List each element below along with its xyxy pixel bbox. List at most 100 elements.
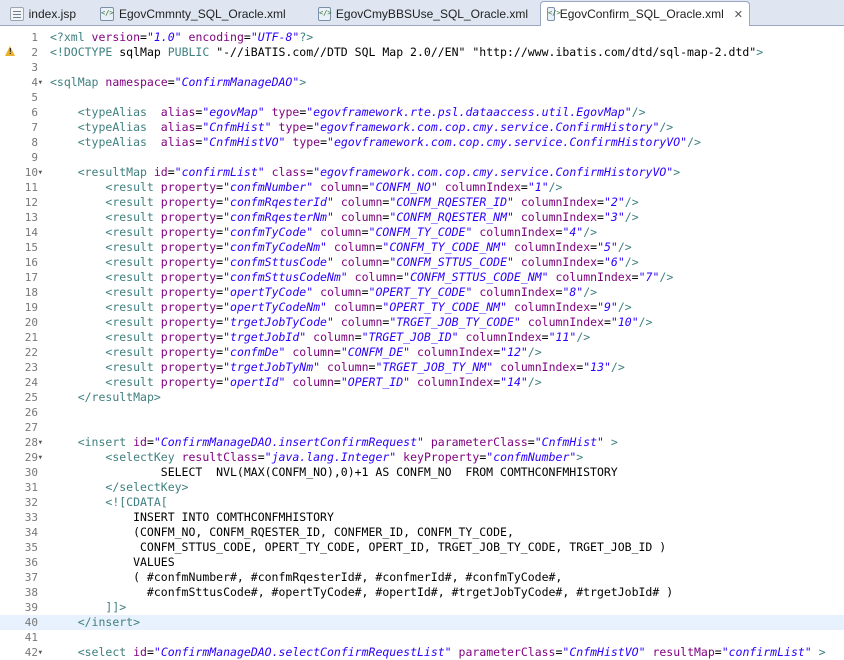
code-line[interactable]: 37 ( #confmNumber#, #confmRqesterId#, #c…: [0, 570, 844, 585]
code-line[interactable]: 25 </resultMap>: [0, 390, 844, 405]
fold-toggle-icon[interactable]: ▸: [32, 440, 47, 445]
code-line[interactable]: 29 ▸ <selectKey resultClass="java.lang.In…: [0, 450, 844, 465]
code-line[interactable]: 3: [0, 60, 844, 75]
code-token: "CONFM_STTUS_CODE_NM": [403, 270, 549, 284]
code-token: columnIndex: [513, 240, 591, 254]
line-number: 38: [24, 586, 38, 599]
code-token: SELECT NVL(MAX(CONFM_NO),0)+1 AS CONFM_N…: [50, 465, 618, 479]
code-line[interactable]: 26: [0, 405, 844, 420]
code-token: =: [597, 210, 604, 224]
code-line[interactable]: 12 <result property = "confmRqesterId" col…: [0, 195, 844, 210]
code-token: "ConfirmManageDAO.insertConfirmRequest": [153, 435, 424, 449]
code-text: CONFM_STTUS_CODE, OPERT_TY_CODE, OPERT_I…: [50, 540, 666, 555]
code-token: type: [292, 135, 321, 149]
code-line[interactable]: 40 </insert>: [0, 615, 844, 630]
code-line[interactable]: 5: [0, 90, 844, 105]
code-line[interactable]: 4 ▸ <sqlMap namespace="ConfirmManageDAO">: [0, 75, 844, 90]
code-line[interactable]: 36 VALUES: [0, 555, 844, 570]
code-line[interactable]: 23 <result property="trgetJobTyNm" colum…: [0, 360, 844, 375]
code-token: "CONFM_STTUS_CODE": [389, 255, 514, 269]
code-text: #confmSttusCode#, #opertTyCode#, #opertI…: [50, 585, 673, 600]
code-line[interactable]: 35 CONFM_STTUS_CODE, OPERT_TY_CODE, OPER…: [0, 540, 844, 555]
code-text: <!DOCTYPE sqlMap PUBLIC "-//iBATIS.com//…: [50, 45, 763, 60]
code-line[interactable]: 9: [0, 150, 844, 165]
code-line[interactable]: 21 <result property="trgetJobId" column=…: [0, 330, 844, 345]
code-line[interactable]: 19 <result property="opertTyCodeNm" colu…: [0, 300, 844, 315]
code-line[interactable]: 22 <result property="confmDe" column="CO…: [0, 345, 844, 360]
code-line[interactable]: 2 <!DOCTYPE sqlMap PUBLIC "-//iBATIS.com/…: [0, 45, 844, 60]
code-token: "java.lang.Integer": [264, 450, 397, 464]
code-line[interactable]: 15 <result property="confmTyCodeNm" colu…: [0, 240, 844, 255]
code-line[interactable]: 14 <result property = "confmTyCode" column…: [0, 225, 844, 240]
code-line[interactable]: 28 ▸ <insert id="ConfirmManageDAO.insertC…: [0, 435, 844, 450]
code-line[interactable]: 11 <result property = "confmNumber" column…: [0, 180, 844, 195]
code-token: property: [160, 210, 217, 224]
code-line[interactable]: 24 <result property="opertId" column="OP…: [0, 375, 844, 390]
code-token: "trgetJobId": [223, 330, 307, 344]
tab-index-jsp[interactable]: index.jsp: [4, 2, 82, 25]
fold-toggle-icon[interactable]: ▸: [32, 455, 47, 460]
code-line[interactable]: 1 <?xml version="1.0" encoding="UTF-8"?>: [0, 30, 844, 45]
code-line[interactable]: 16 <result property = "confmSttusCode" col…: [0, 255, 844, 270]
code-token: =: [597, 255, 604, 269]
code-token: ?>: [299, 30, 314, 44]
tab-egovcmybbsuse-sql-oracle[interactable]: EgovCmyBBSUse_SQL_Oracle.xml: [312, 2, 534, 25]
code-token: "OPERT_ID": [340, 375, 411, 389]
code-token: column: [340, 195, 383, 209]
code-line[interactable]: 18 <result property = "opertTyCode" column…: [0, 285, 844, 300]
code-line[interactable]: 20 <result property = "trgetJobTyCode" col…: [0, 315, 844, 330]
code-line[interactable]: 39 ]]>: [0, 600, 844, 615]
tab-egovcmmnty-sql-oracle[interactable]: EgovCmmnty_SQL_Oracle.xml: [94, 2, 300, 25]
code-text: <insert id="ConfirmManageDAO.insertConfi…: [50, 435, 618, 450]
code-line[interactable]: 13 <result property = "confmRqesterNm" col…: [0, 210, 844, 225]
code-line[interactable]: 7 <typeAlias alias="CnfmHist" type="egov…: [0, 120, 844, 135]
code-token: <result: [105, 240, 161, 254]
code-line[interactable]: 27: [0, 420, 844, 435]
code-line[interactable]: 32 <![CDATA[: [0, 495, 844, 510]
code-line[interactable]: 8 <typeAlias alias="CnfmHistVO" type="eg…: [0, 135, 844, 150]
fold-toggle-icon[interactable]: ▸: [32, 170, 47, 175]
code-line[interactable]: 6 <typeAlias alias="egovMap" type="egovf…: [0, 105, 844, 120]
code-line[interactable]: 31 </selectKey>: [0, 480, 844, 495]
code-line[interactable]: 10 ▸ <resultMap id="confirmList" class="e…: [0, 165, 844, 180]
code-token: resultClass: [181, 450, 258, 464]
code-token: "confmSttusCodeNm": [223, 270, 348, 284]
code-line[interactable]: 41: [0, 630, 844, 645]
code-token: "confmNumber": [486, 450, 577, 464]
code-token: property: [160, 300, 217, 314]
code-token: columnIndex: [444, 180, 521, 194]
line-number: 17: [24, 271, 38, 284]
code-token: <result: [105, 285, 161, 299]
code-token: type: [278, 120, 307, 134]
fold-toggle-icon[interactable]: ▸: [32, 650, 47, 655]
xml-source-editor[interactable]: 1<?xml version="1.0" encoding="UTF-8"?>2…: [0, 26, 844, 659]
fold-toggle-icon[interactable]: ▸: [32, 80, 47, 85]
code-token: >: [299, 75, 307, 89]
tab-egovconfirm-sql-oracle[interactable]: EgovConfirm_SQL_Oracle.xml ✕: [540, 1, 750, 26]
code-line[interactable]: 30 SELECT NVL(MAX(CONFM_NO),0)+1 AS CONF…: [0, 465, 844, 480]
code-line[interactable]: 34 (CONFM_NO, CONFM_RQESTER_ID, CONFMER_…: [0, 525, 844, 540]
code-line[interactable]: 38 #confmSttusCode#, #opertTyCode#, #ope…: [0, 585, 844, 600]
xml-file-icon: [547, 7, 560, 21]
code-token: "7": [638, 270, 660, 284]
close-tab-icon[interactable]: ✕: [734, 8, 743, 21]
code-token: />: [631, 105, 646, 119]
code-token: <sqlMap: [50, 75, 106, 89]
code-line[interactable]: 17 <result property = "confmSttusCodeNm" c…: [0, 270, 844, 285]
line-number: 33: [24, 511, 38, 524]
code-line[interactable]: 33 INSERT INTO COMTHCONFMHISTORY: [0, 510, 844, 525]
code-token: "TRGET_JOB_TY_NM": [375, 360, 494, 374]
code-text: <result property="confmTyCode" column="C…: [50, 225, 597, 240]
code-token: "confmRqesterNm": [223, 210, 334, 224]
code-token: =: [320, 135, 328, 149]
code-token: encoding: [188, 30, 244, 44]
